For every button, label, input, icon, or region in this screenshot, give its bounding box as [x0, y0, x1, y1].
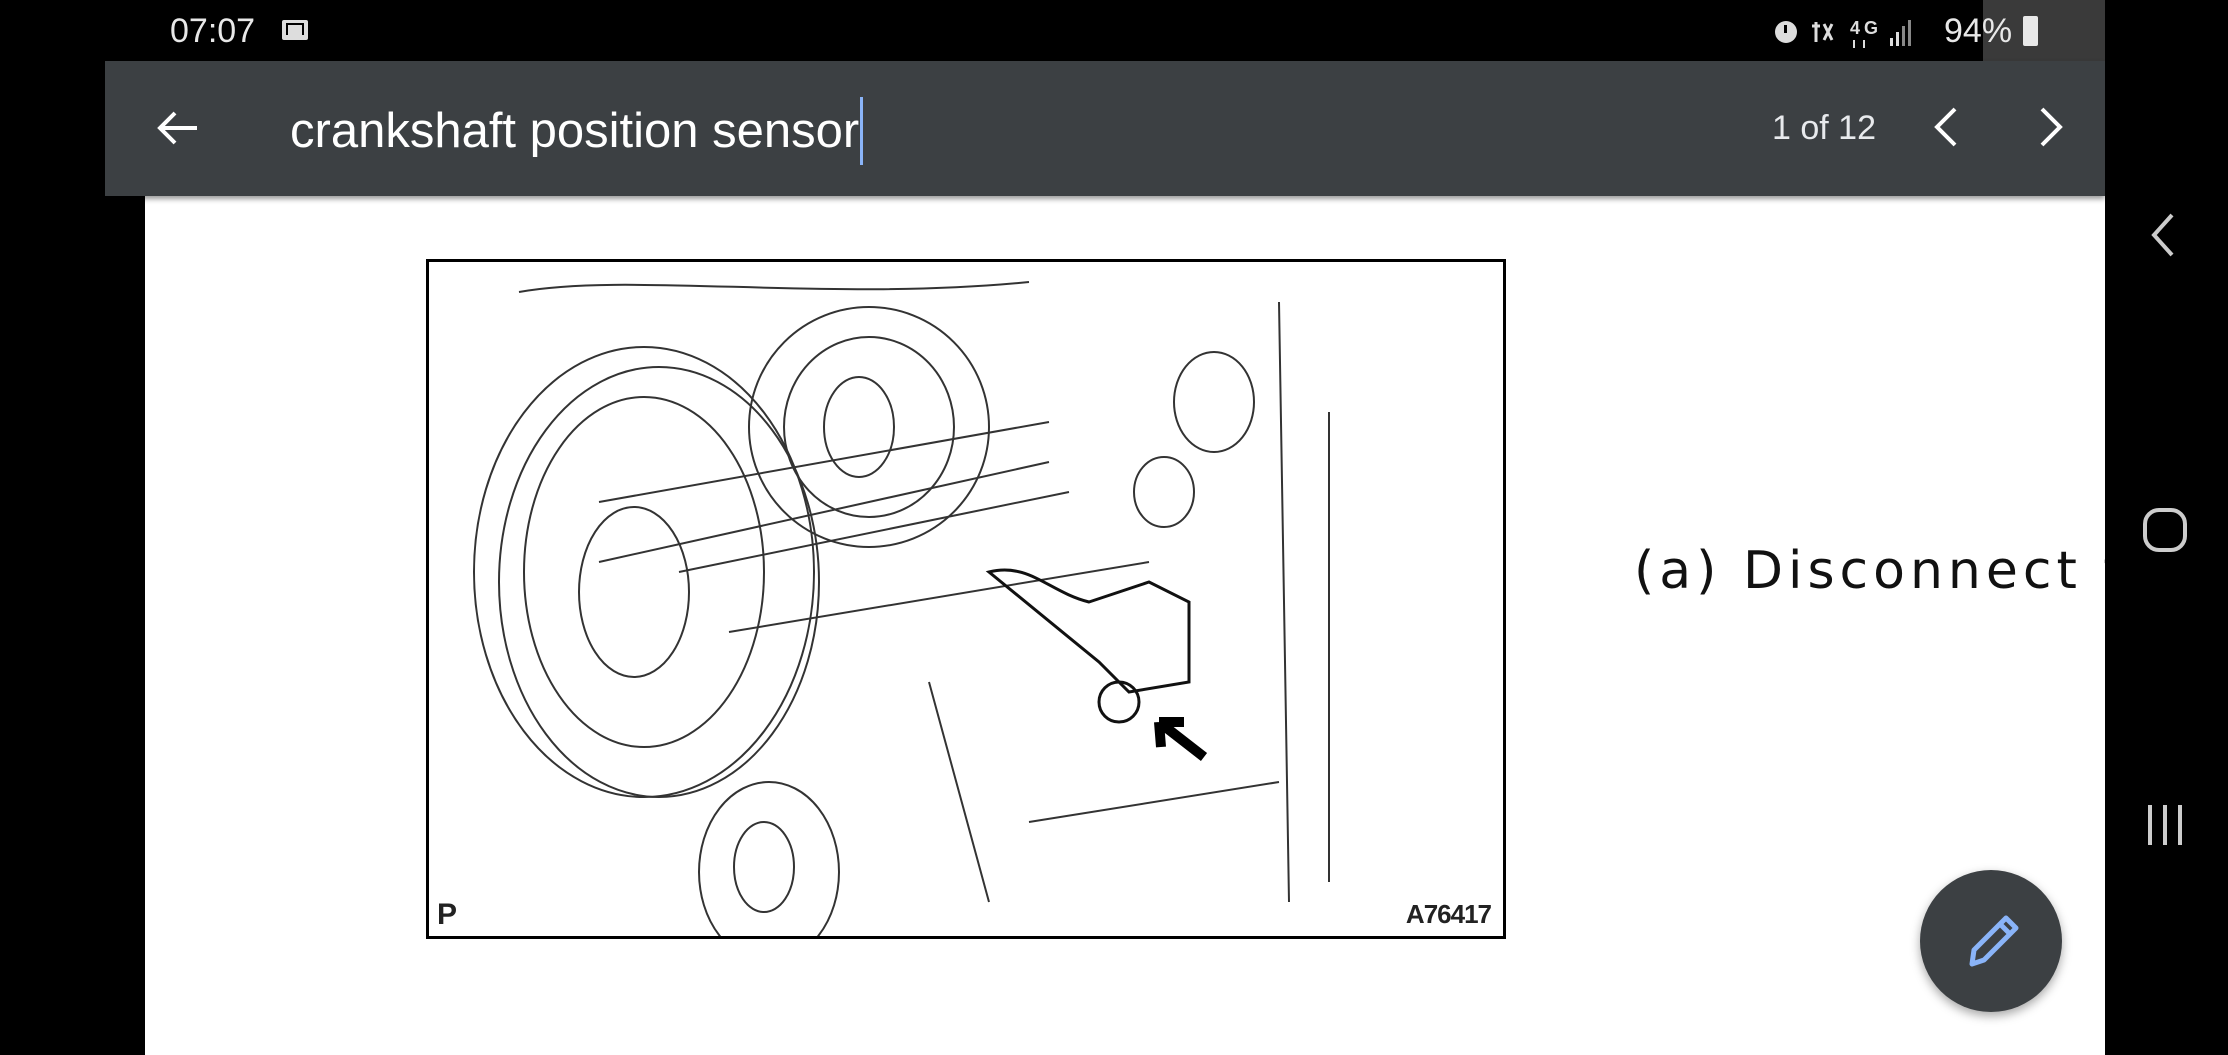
mail-icon: [282, 20, 308, 40]
chevron-left-icon: [1934, 107, 1957, 147]
svg-text:4G: 4G: [1850, 18, 1882, 38]
pencil-icon: [1969, 915, 2019, 967]
status-time: 07:07: [170, 12, 256, 50]
next-match-button[interactable]: [2020, 95, 2080, 159]
text-caret: [860, 97, 864, 165]
previous-match-button[interactable]: [1917, 95, 1977, 159]
figure-id: A76417: [1405, 899, 1492, 929]
system-recents-icon[interactable]: [2140, 795, 2190, 855]
match-count: 1 of 12: [1772, 109, 1876, 147]
search-query: crankshaft position sensor: [290, 104, 860, 158]
engine-line-drawing: [473, 281, 1330, 936]
engine-diagram: P A76417: [426, 259, 1506, 939]
status-bar: 07:07 4G 94%: [0, 0, 2105, 61]
edit-fab-button[interactable]: [1920, 870, 2062, 1012]
chevron-right-icon: [2040, 107, 2063, 147]
figure-corner-label: P: [437, 898, 458, 931]
find-in-page-bar: crankshaft position sensor 1 of 12: [105, 61, 2105, 196]
battery-percent: 94%: [1944, 12, 2013, 50]
battery-icon: [2023, 16, 2038, 46]
search-input[interactable]: crankshaft position sensor: [290, 97, 864, 165]
back-button[interactable]: [153, 103, 203, 153]
back-arrow-icon: [157, 111, 197, 145]
system-home-icon[interactable]: [2140, 500, 2190, 560]
system-navigation-bar: [2105, 0, 2228, 1055]
system-back-icon[interactable]: [2140, 205, 2190, 265]
step-text: (a) Disconnect t: [1634, 541, 2129, 601]
document-page: P A76417 (a) Disconnect t: [145, 196, 2124, 1055]
